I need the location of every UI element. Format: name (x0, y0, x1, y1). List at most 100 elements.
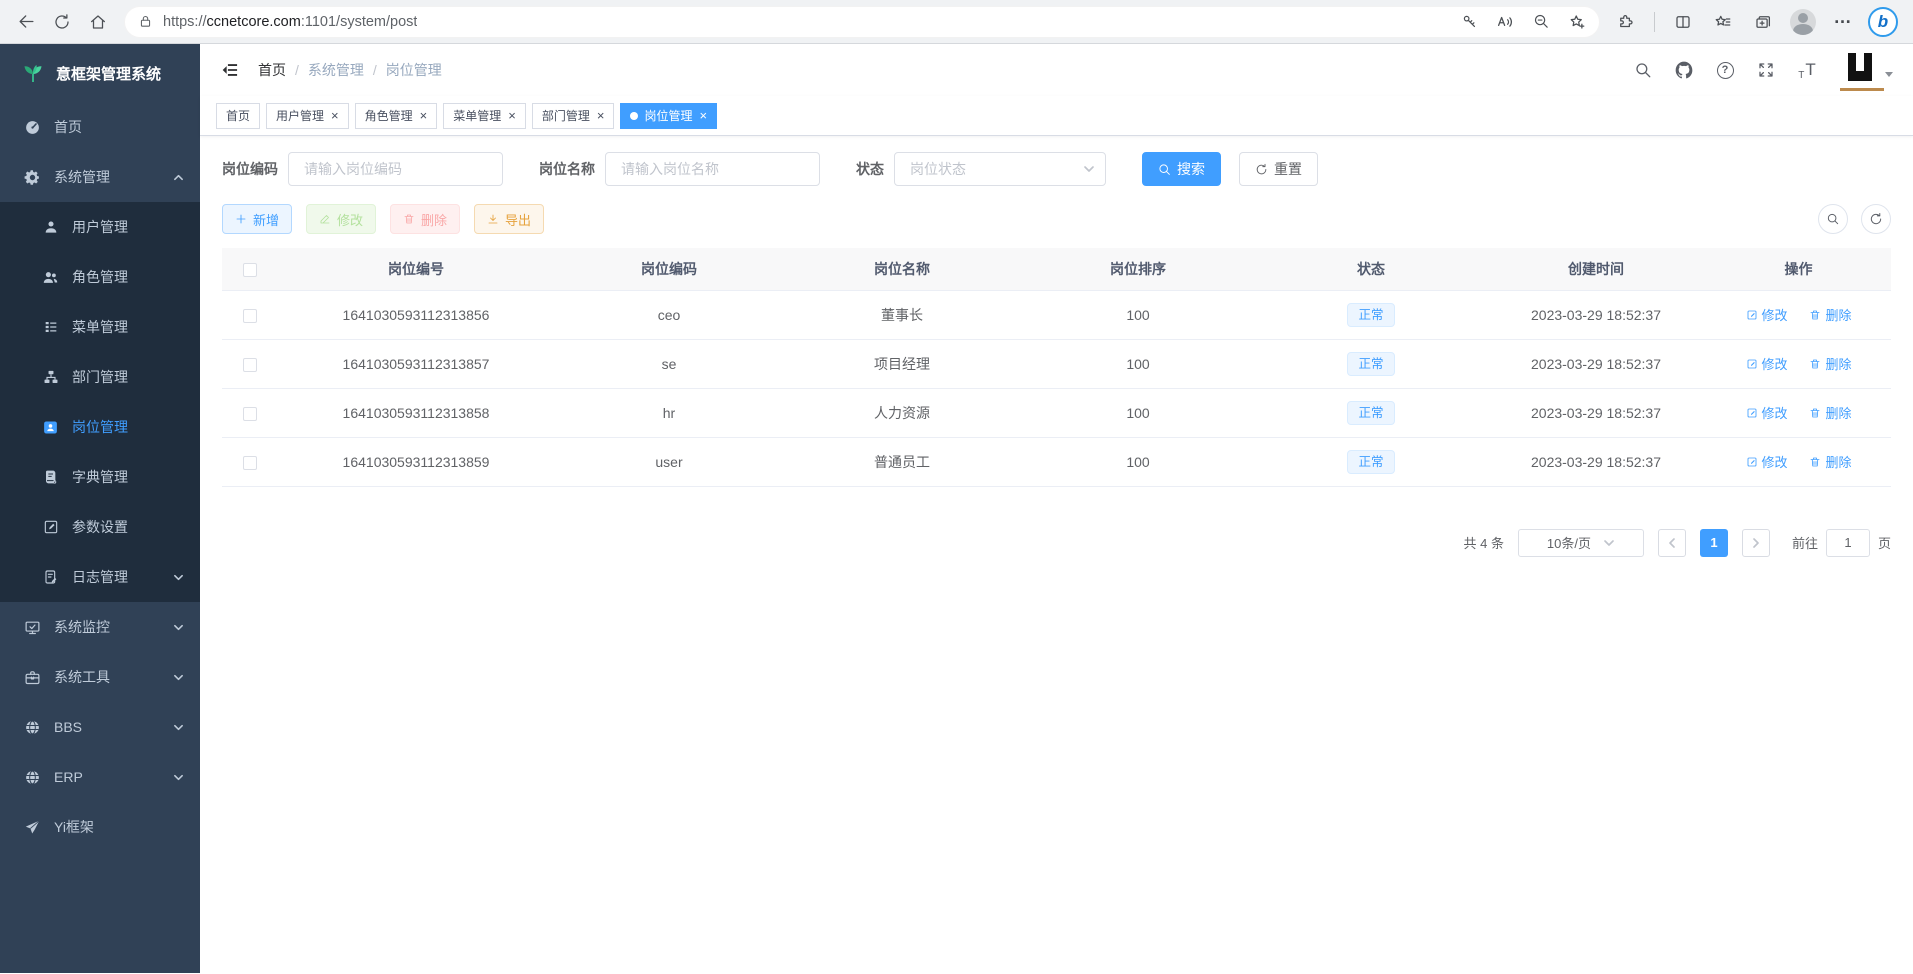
tab-label: 菜单管理 (453, 107, 501, 124)
header-search-button[interactable] (1631, 58, 1655, 82)
sidebar-item-label: BBS (54, 719, 82, 735)
sidebar: 意框架管理系统 首页 系统管理 (0, 44, 200, 973)
sidebar-item-tools[interactable]: 系统工具 (0, 652, 200, 702)
tab-role-management[interactable]: 角色管理 (355, 103, 438, 129)
row-checkbox[interactable] (243, 309, 257, 323)
help-button[interactable] (1713, 58, 1737, 82)
edit-button[interactable]: 修改 (306, 204, 376, 234)
sidebar-item-dictionary[interactable]: 字典管理 (0, 452, 200, 502)
tab-menu-management[interactable]: 菜单管理 (443, 103, 526, 129)
row-checkbox[interactable] (243, 407, 257, 421)
sidebar-item-posts[interactable]: 岗位管理 (0, 402, 200, 452)
row-delete-link[interactable]: 删除 (1809, 403, 1851, 422)
row-checkbox[interactable] (243, 456, 257, 470)
tab-dept-management[interactable]: 部门管理 (532, 103, 615, 129)
menu-fold-button[interactable] (220, 60, 240, 80)
select-all-checkbox[interactable] (243, 263, 257, 277)
next-page-button[interactable] (1742, 529, 1770, 557)
page-number-button[interactable]: 1 (1700, 529, 1728, 557)
sidebar-item-logs[interactable]: 日志管理 (0, 552, 200, 602)
tab-home[interactable]: 首页 (216, 103, 260, 129)
row-delete-link[interactable]: 删除 (1809, 354, 1851, 373)
sidebar-item-parameters[interactable]: 参数设置 (0, 502, 200, 552)
trash-icon (1809, 358, 1821, 370)
breadcrumb-separator: / (373, 62, 377, 78)
bing-chat-button[interactable] (1865, 5, 1901, 39)
row-edit-link[interactable]: 修改 (1746, 354, 1788, 373)
add-favorite-button[interactable] (1562, 8, 1592, 36)
read-aloud-button[interactable] (1490, 8, 1520, 36)
status-select[interactable]: 岗位状态 (894, 152, 1106, 186)
sidebar-item-bbs[interactable]: BBS (0, 702, 200, 752)
post-name-input[interactable] (605, 152, 820, 186)
sidebar-item-departments[interactable]: 部门管理 (0, 352, 200, 402)
toggle-search-button[interactable] (1818, 204, 1848, 234)
close-icon[interactable] (699, 109, 707, 122)
cell-create-time: 2023-03-29 18:52:37 (1486, 339, 1706, 388)
fullscreen-button[interactable] (1754, 58, 1778, 82)
prev-page-button[interactable] (1658, 529, 1686, 557)
favorites-bar-button[interactable] (1705, 5, 1741, 39)
settings-menu-button[interactable] (1825, 5, 1861, 39)
tab-label: 用户管理 (276, 107, 324, 124)
row-edit-link[interactable]: 修改 (1746, 403, 1788, 422)
export-button[interactable]: 导出 (474, 204, 544, 234)
reset-button-label: 重置 (1274, 159, 1302, 179)
search-button[interactable]: 搜索 (1142, 152, 1221, 186)
sidebar-item-roles[interactable]: 角色管理 (0, 252, 200, 302)
row-delete-link[interactable]: 删除 (1809, 305, 1851, 324)
app-logo[interactable]: 意框架管理系统 (0, 44, 200, 102)
row-edit-link[interactable]: 修改 (1746, 305, 1788, 324)
back-button[interactable] (8, 5, 44, 39)
cell-create-time: 2023-03-29 18:52:37 (1486, 290, 1706, 339)
close-icon[interactable] (597, 109, 605, 122)
sidebar-item-yi-framework[interactable]: Yi框架 (0, 802, 200, 852)
sidebar-item-monitor[interactable]: 系统监控 (0, 602, 200, 652)
user-avatar-menu[interactable] (1842, 49, 1893, 91)
users-icon (42, 269, 59, 286)
add-button[interactable]: 新增 (222, 204, 292, 234)
back-icon (17, 12, 36, 31)
page-size-select[interactable]: 10条/页 (1518, 529, 1644, 557)
font-size-button[interactable] (1795, 58, 1819, 82)
app-title: 意框架管理系统 (56, 63, 161, 84)
refresh-table-button[interactable] (1861, 204, 1891, 234)
sidebar-item-label: ERP (54, 769, 83, 785)
menu-list-icon (42, 319, 59, 336)
sidebar-item-label: 用户管理 (72, 217, 128, 237)
goto-page-input[interactable] (1826, 529, 1870, 557)
row-edit-link[interactable]: 修改 (1746, 452, 1788, 471)
extensions-button[interactable] (1608, 5, 1644, 39)
header-actions (1631, 49, 1893, 91)
profile-button[interactable] (1785, 5, 1821, 39)
address-bar[interactable]: https://ccnetcore.com:1101/system/post (124, 6, 1600, 38)
tab-user-management[interactable]: 用户管理 (266, 103, 349, 129)
refresh-button[interactable] (44, 5, 80, 39)
tab-post-management[interactable]: 岗位管理 (620, 103, 717, 129)
split-screen-button[interactable] (1665, 5, 1701, 39)
close-icon[interactable] (331, 109, 339, 122)
close-icon[interactable] (420, 109, 428, 122)
extensions-icon (1617, 13, 1635, 31)
delete-button[interactable]: 删除 (390, 204, 460, 234)
sidebar-item-users[interactable]: 用户管理 (0, 202, 200, 252)
password-button[interactable] (1454, 8, 1484, 36)
collections-button[interactable] (1745, 5, 1781, 39)
github-button[interactable] (1672, 58, 1696, 82)
zoom-out-button[interactable] (1526, 8, 1556, 36)
sidebar-item-home[interactable]: 首页 (0, 102, 200, 152)
column-status: 状态 (1256, 248, 1486, 290)
sidebar-item-menus[interactable]: 菜单管理 (0, 302, 200, 352)
home-button[interactable] (80, 5, 116, 39)
search-form: 岗位编码 岗位名称 状态 岗位状态 (222, 152, 1891, 186)
sidebar-item-system[interactable]: 系统管理 (0, 152, 200, 202)
sidebar-item-erp[interactable]: ERP (0, 752, 200, 802)
profile-icon (1790, 9, 1816, 35)
close-icon[interactable] (508, 109, 516, 122)
row-delete-link[interactable]: 删除 (1809, 452, 1851, 471)
reset-button[interactable]: 重置 (1239, 152, 1318, 186)
breadcrumb-home[interactable]: 首页 (258, 60, 286, 80)
refresh-icon (1869, 212, 1883, 226)
post-code-input[interactable] (288, 152, 503, 186)
row-checkbox[interactable] (243, 358, 257, 372)
